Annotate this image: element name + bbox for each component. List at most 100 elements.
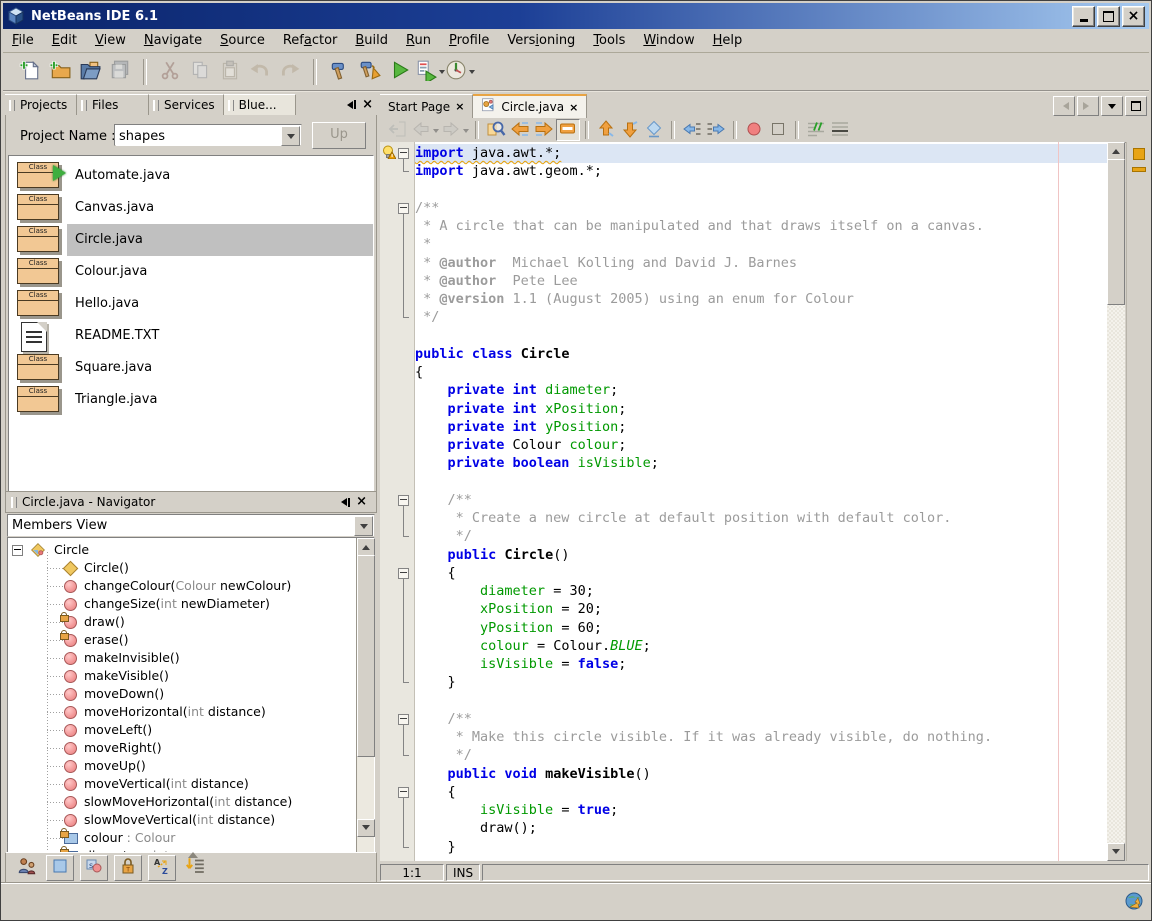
splitter-grip[interactable] [188, 847, 198, 858]
menu-item-edit[interactable]: Edit [43, 31, 86, 50]
scroll-up-button[interactable] [1107, 142, 1125, 160]
code-line[interactable]: /** [415, 491, 1107, 510]
tree-root-circle[interactable]: Circle [8, 541, 356, 559]
code-line[interactable]: * A circle that can be manipulated and t… [415, 217, 1107, 236]
code-line[interactable]: private int xPosition; [415, 400, 1107, 419]
find-prev-button[interactable] [508, 119, 532, 141]
warning-line-mark[interactable] [1132, 167, 1146, 172]
code-line[interactable]: import java.awt.geom.*; [415, 162, 1107, 181]
code-line[interactable]: * @author Pete Lee [415, 272, 1107, 291]
code-line[interactable]: private Colour colour; [415, 436, 1107, 455]
menu-item-view[interactable]: View [86, 31, 135, 50]
toggle-bm-button[interactable] [642, 119, 666, 141]
navigator-view-selector[interactable]: Members View [7, 514, 375, 537]
last-edit-button[interactable] [386, 119, 410, 141]
menu-item-source[interactable]: Source [211, 31, 274, 50]
code-line[interactable]: * @version 1.1 (August 2005) using an en… [415, 290, 1107, 309]
scroll-tabs-left-button[interactable] [1053, 96, 1075, 116]
file-row-colour-java[interactable]: ClassColour.java [9, 256, 373, 288]
inherited-members-button[interactable] [14, 856, 40, 880]
navigator-member[interactable]: moveHorizontal(int distance) [8, 703, 356, 721]
code-line[interactable]: draw(); [415, 819, 1107, 838]
maximize-editor-button[interactable] [1125, 96, 1147, 116]
undo-button[interactable] [245, 57, 275, 87]
file-row-canvas-java[interactable]: ClassCanvas.java [9, 192, 373, 224]
minimize-window-icon[interactable] [337, 498, 350, 507]
run-button[interactable] [385, 57, 415, 87]
navigator-member[interactable]: makeVisible() [8, 667, 356, 685]
scroll-down-button[interactable] [357, 819, 375, 837]
code-line[interactable]: /** [415, 710, 1107, 729]
file-row-hello-java[interactable]: ClassHello.java [9, 288, 373, 320]
editor-tab-circle-java[interactable]: Circle.java× [473, 94, 587, 118]
code-line[interactable]: } [415, 673, 1107, 692]
cut-button[interactable] [155, 57, 185, 87]
project-name-dropdown-button[interactable] [281, 126, 300, 146]
debug-button[interactable] [415, 57, 445, 87]
code-line[interactable]: private boolean isVisible; [415, 454, 1107, 473]
close-tab-icon[interactable]: × [455, 100, 464, 113]
highlight-button[interactable] [556, 119, 580, 141]
menu-item-file[interactable]: File [3, 31, 43, 50]
navigator-member[interactable]: moveVertical(int distance) [8, 775, 356, 793]
navigator-member[interactable]: slowMoveHorizontal(int distance) [8, 793, 356, 811]
uncomment-button[interactable] [828, 119, 852, 141]
code-line[interactable]: * Make this circle visible. If it was al… [415, 728, 1107, 747]
menu-item-navigate[interactable]: Navigate [135, 31, 211, 50]
menu-item-versioning[interactable]: Versioning [498, 31, 584, 50]
record-button[interactable] [742, 119, 766, 141]
navigator-member[interactable]: Circle() [8, 559, 356, 577]
code-line[interactable]: */ [415, 746, 1107, 765]
navigator-member[interactable]: changeColour(Colour newColour) [8, 577, 356, 595]
file-row-readme-txt[interactable]: README.TXT [9, 320, 373, 352]
code-line[interactable]: isVisible = false; [415, 655, 1107, 674]
minimize-window-icon[interactable] [343, 100, 356, 109]
copy-button[interactable] [185, 57, 215, 87]
find-next-button[interactable] [532, 119, 556, 141]
project-name-combobox[interactable] [114, 124, 302, 146]
menu-item-refactor[interactable]: Refactor [274, 31, 347, 50]
code-line[interactable] [415, 327, 1107, 346]
collapse-toggle[interactable] [12, 545, 23, 556]
close-tab-icon[interactable]: × [569, 101, 578, 114]
explorer-tab-blue[interactable]: Blue... [224, 94, 296, 115]
project-name-input[interactable] [116, 126, 287, 146]
navigator-scrollbar[interactable] [356, 538, 374, 852]
redo-button[interactable] [275, 57, 305, 87]
navigator-member[interactable]: colour : Colour [8, 829, 356, 847]
error-stripe[interactable] [1126, 142, 1149, 861]
next-bm-button[interactable] [618, 119, 642, 141]
minimize-button[interactable] [1072, 6, 1095, 27]
menu-item-window[interactable]: Window [634, 31, 703, 50]
code-line[interactable]: public void makeVisible() [415, 765, 1107, 784]
show-fields-button[interactable] [46, 855, 74, 881]
navigator-member[interactable]: moveRight() [8, 739, 356, 757]
code-line[interactable]: */ [415, 527, 1107, 546]
code-line[interactable]: { [415, 363, 1107, 382]
code-line[interactable] [415, 692, 1107, 711]
menu-item-tools[interactable]: Tools [584, 31, 634, 50]
show-static-members-button[interactable]: s [80, 855, 108, 881]
profile-button[interactable] [445, 57, 475, 87]
code-line[interactable]: public Circle() [415, 546, 1107, 565]
code-editor[interactable]: import java.awt.*;import java.awt.geom.*… [380, 142, 1107, 861]
menu-item-profile[interactable]: Profile [440, 31, 498, 50]
new-project-button[interactable] [45, 57, 75, 87]
update-center-icon[interactable] [1123, 891, 1145, 913]
navigator-member[interactable]: draw() [8, 613, 356, 631]
file-row-circle-java[interactable]: ClassCircle.java [9, 224, 373, 256]
code-line[interactable]: * @author Michael Kolling and David J. B… [415, 254, 1107, 273]
open-project-button[interactable] [75, 57, 105, 87]
up-button[interactable]: Up [312, 122, 366, 149]
navigator-member[interactable]: moveUp() [8, 757, 356, 775]
scroll-down-button[interactable] [1107, 843, 1125, 861]
code-line[interactable]: private int diameter; [415, 381, 1107, 400]
file-row-triangle-java[interactable]: ClassTriangle.java [9, 384, 373, 416]
code-line[interactable]: * Create a new circle at default positio… [415, 509, 1107, 528]
navigator-member[interactable]: slowMoveVertical(int distance) [8, 811, 356, 829]
file-row-automate-java[interactable]: ClassAutomate.java [9, 160, 373, 192]
code-line[interactable] [415, 181, 1107, 200]
code-line[interactable]: { [415, 564, 1107, 583]
warning-status-mark[interactable] [1133, 148, 1145, 160]
prev-bm-button[interactable] [594, 119, 618, 141]
